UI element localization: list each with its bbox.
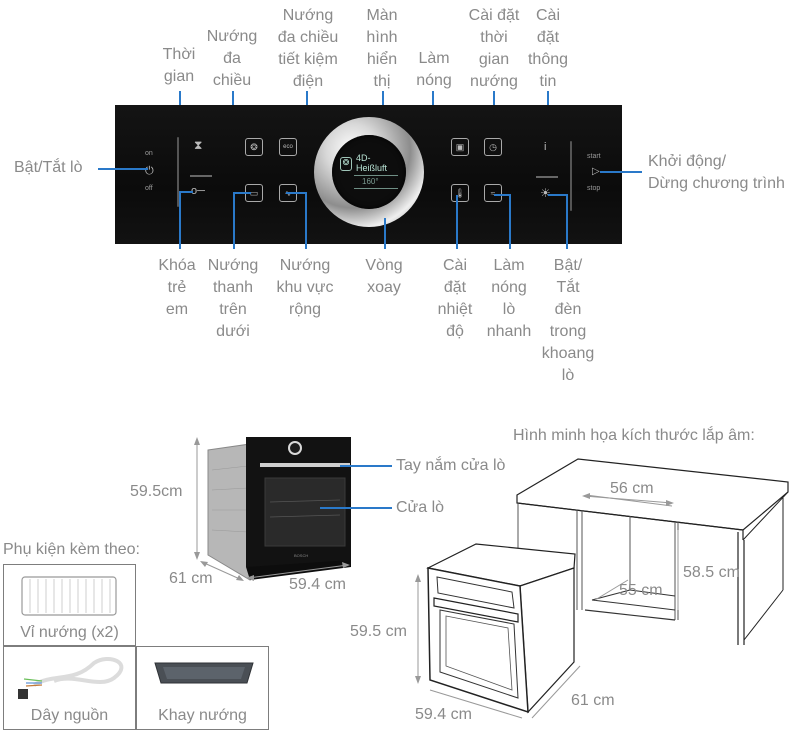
clock-icon[interactable]: ◷ xyxy=(484,138,502,156)
oven-photo-width: 59.4 cm xyxy=(289,576,346,593)
fast-heat-icon[interactable]: ≈ xyxy=(484,184,502,202)
separator-left xyxy=(190,175,212,177)
fan-icon[interactable]: ❂ xyxy=(245,138,263,156)
display-screen: ❂ 4D- Heißluft 160° xyxy=(332,135,406,209)
key-icon[interactable]: o─ xyxy=(191,185,205,197)
leader-line-light xyxy=(566,194,568,249)
leader-line-grill xyxy=(305,192,307,249)
rotary-dial[interactable]: ❂ 4D- Heißluft 160° xyxy=(314,117,424,227)
wire-rack-icon xyxy=(21,576,117,616)
accessory-wire-rack: Vỉ nướng (x2) xyxy=(3,564,136,646)
on-text: on xyxy=(145,150,153,157)
leader-line-light-h xyxy=(548,194,567,196)
accessories-title: Phụ kiện kèm theo: xyxy=(3,541,140,558)
lightbulb-icon[interactable]: ☀ xyxy=(540,187,551,199)
separator-right xyxy=(536,176,558,178)
display-mode-icon: ❂ xyxy=(340,157,352,171)
divider-right xyxy=(570,141,572,211)
installation-title: Hình minh họa kích thước lắp âm: xyxy=(513,427,755,444)
leader-line-lock xyxy=(179,191,181,249)
hourglass-icon[interactable]: ⧗ xyxy=(194,139,202,151)
builtin-oven-width-label: 59.4 cm xyxy=(415,706,472,723)
accessory-label-rack: Vỉ nướng (x2) xyxy=(20,624,119,641)
oven-photo-depth: 61 cm xyxy=(169,570,213,587)
label-start-stop: Khởi động/ Dừng chương trình xyxy=(648,153,785,192)
accessory-label-tray: Khay nướng xyxy=(158,707,247,724)
label-power: Bật/Tắt lò xyxy=(14,159,83,176)
accessory-power-cable: Dây nguồn xyxy=(3,646,136,730)
play-icon[interactable]: ▷ xyxy=(592,166,600,178)
label-dial: Vòng xoay xyxy=(365,257,403,296)
label-timer: Thời gian xyxy=(162,46,196,85)
builtin-oven-front xyxy=(427,567,529,714)
info-icon[interactable]: i xyxy=(544,141,546,153)
leader-line-topbottom xyxy=(233,192,235,249)
builtin-oven-side xyxy=(519,567,575,714)
builtin-oven-depth-label: 61 cm xyxy=(571,692,615,709)
label-info: Cài đặt thông tin xyxy=(527,7,569,90)
eco-fan-icon[interactable]: eco xyxy=(279,138,297,156)
leader-line-grill-h xyxy=(286,192,306,194)
label-top-bottom: Nướng thanh trên dưới xyxy=(207,257,259,340)
leader-line-fastheat xyxy=(509,194,511,249)
leader-line-handle xyxy=(340,465,392,467)
off-text: off xyxy=(145,185,153,192)
label-multi-bake: Nướng đa chiều xyxy=(206,28,258,89)
leader-line-fastheat-h xyxy=(494,194,510,196)
label-display: Màn hình hiển thị xyxy=(366,7,398,90)
leader-line-topbottom-h xyxy=(233,192,251,194)
label-child-lock: Khóa trẻ em xyxy=(158,257,196,318)
leader-line-start xyxy=(600,171,642,173)
cabinet-height-label: 58.5 cm xyxy=(683,564,740,581)
display-divider-2 xyxy=(354,188,398,189)
label-temperature: Cài đặt nhiệt độ xyxy=(437,257,473,340)
accessory-label-cable: Dây nguồn xyxy=(30,707,109,724)
start-text: start xyxy=(587,153,601,160)
stop-text: stop xyxy=(587,185,601,192)
leader-line-temp xyxy=(456,195,458,249)
power-cable-icon xyxy=(18,657,124,699)
leader-line-dial xyxy=(384,218,386,249)
power-icon[interactable]: ⏻ xyxy=(145,165,154,177)
thermometer-icon[interactable]: 🌡︎ xyxy=(451,184,469,202)
display-divider-1 xyxy=(354,175,398,176)
oven-photo-height: 59.5cm xyxy=(130,483,183,500)
cabinet-width-label: 56 cm xyxy=(610,480,654,497)
builtin-oven-height-label: 59.5 cm xyxy=(350,623,407,640)
baking-tray-icon xyxy=(154,662,254,684)
label-wide-grill: Nướng khu vực rộng xyxy=(276,257,334,318)
display-temperature: 160° xyxy=(362,177,379,186)
leader-line-door xyxy=(320,507,392,509)
label-fast-preheat: Làm nóng lò nhanh xyxy=(486,257,532,340)
leader-line-lock-h xyxy=(179,191,193,193)
accessory-baking-tray: Khay nướng xyxy=(136,646,269,730)
preheat-icon[interactable]: ▣ xyxy=(451,138,469,156)
label-preheat: Làm nóng xyxy=(416,50,452,89)
label-eco-bake: Nướng đa chiều tiết kiệm điện xyxy=(277,7,339,90)
label-cook-time: Cài đặt thời gian nướng xyxy=(468,7,520,90)
leader-line-power xyxy=(98,168,148,170)
label-light: Bật/ Tắt đèn trong khoang lò xyxy=(541,257,595,384)
cabinet-depth-label: 55 cm xyxy=(619,582,663,599)
display-mode-line1: 4D- xyxy=(356,153,371,163)
display-mode-line2: Heißluft xyxy=(356,163,388,173)
